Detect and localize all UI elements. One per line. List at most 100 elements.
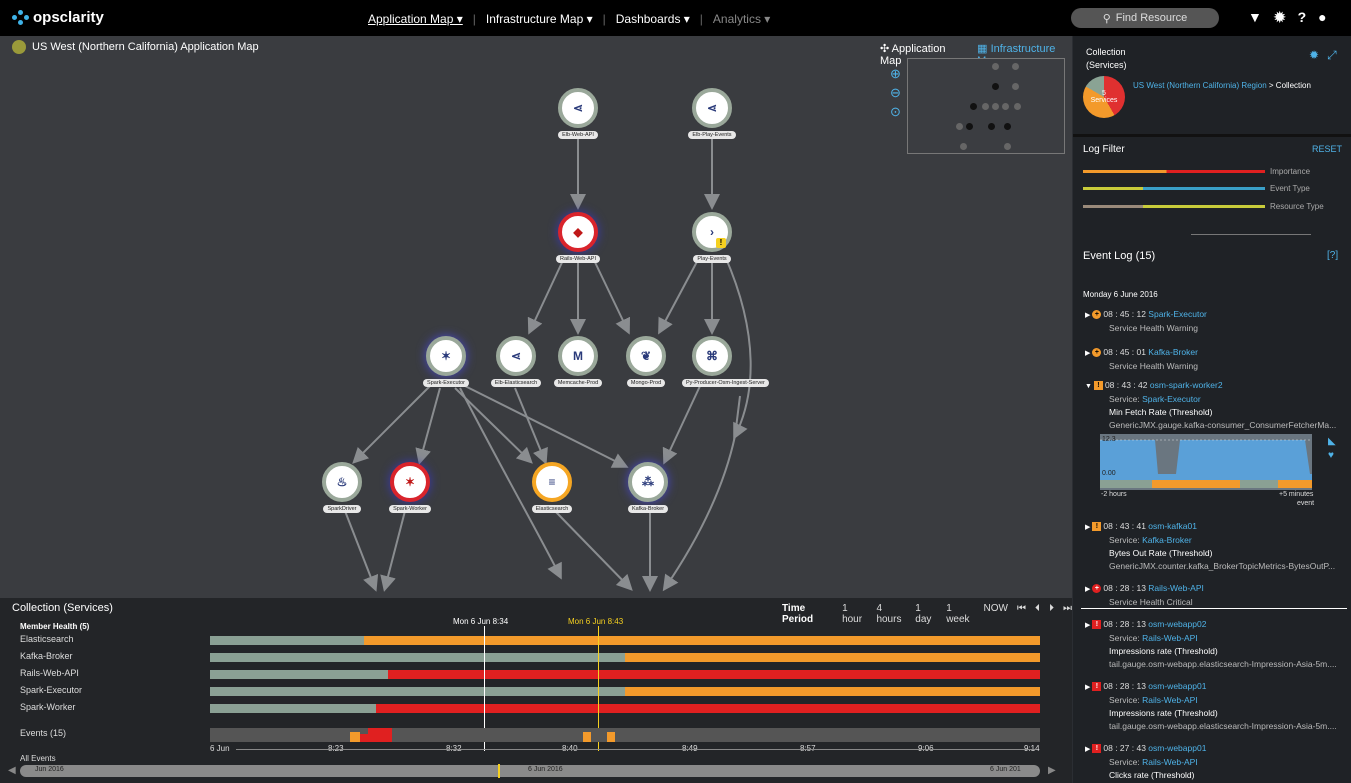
logo[interactable]: opsclarity — [12, 9, 104, 26]
event-item[interactable]: ▶! 08 : 27 : 43 osm-webapp01 Service: Rail… — [1085, 742, 1206, 782]
step-back-icon[interactable]: ⏴ — [1035, 603, 1040, 625]
event-item[interactable]: ▶! 08 : 28 : 13 osm-webapp01 Service: Rail… — [1085, 680, 1337, 733]
zoom-in-icon[interactable]: ⊕ — [890, 66, 901, 82]
scroll-left-icon[interactable]: ◀ — [8, 765, 16, 776]
map-node-spark-driver[interactable]: ♨ SparkDriver — [312, 462, 372, 513]
status-segment — [363, 636, 1040, 645]
time-now[interactable]: NOW — [984, 603, 1008, 625]
help-icon[interactable]: ? — [1298, 9, 1307, 26]
sidebar-title: Collection (Services) — [1086, 47, 1127, 70]
event-source-link[interactable]: osm-webapp02 — [1148, 619, 1206, 629]
service-link[interactable]: Rails-Web-API — [1142, 695, 1198, 705]
timeline-scroller[interactable]: ◀ Jun 2016 6 Jun 2016 6 Jun 201 ▶ — [8, 764, 1058, 778]
scroll-right-icon[interactable]: ▶ — [1048, 765, 1056, 776]
event-source-link[interactable]: Kafka-Broker — [1148, 347, 1198, 357]
step-forward-icon[interactable]: ⏵ — [1049, 603, 1054, 625]
health-row-label: Kafka-Broker — [20, 651, 73, 661]
event-item[interactable]: ▶ +08 : 45 : 12 Spark-Executor Service Hea… — [1085, 308, 1207, 335]
importance-filter[interactable] — [1083, 170, 1265, 173]
health-bar[interactable] — [210, 670, 1040, 679]
filter-icon[interactable]: ▼ — [1248, 9, 1262, 26]
minimap[interactable] — [907, 58, 1065, 154]
nav-analytics[interactable]: Analytics ▾ — [713, 12, 770, 26]
event-item[interactable]: ▶! 08 : 43 : 41 osm-kafka01 Service: Kafka… — [1085, 520, 1335, 573]
skip-end-icon[interactable]: ⏭ — [1063, 603, 1072, 625]
service-link[interactable]: Rails-Web-API — [1142, 633, 1198, 643]
event-source-link[interactable]: osm-webapp01 — [1148, 681, 1206, 691]
alert-icon: ! — [1093, 381, 1103, 391]
marker-label-2: Mon 6 Jun 8:43 — [568, 617, 624, 626]
map-node-mongo-prod[interactable]: ❦ Mongo-Prod — [616, 336, 676, 387]
event-sparkline[interactable] — [1100, 434, 1312, 490]
service-link[interactable]: Spark-Executor — [1142, 394, 1201, 404]
application-map[interactable]: US West (Northern California) Applicatio… — [0, 36, 1072, 598]
map-node-elb-web-api[interactable]: ⋖ Elb-Web-API — [548, 88, 608, 139]
event-log-help[interactable]: [?] — [1327, 250, 1338, 261]
event-item[interactable]: ▼! 08 : 43 : 42 osm-spark-worker2 Service:… — [1085, 379, 1336, 432]
time-4hours[interactable]: 4 hours — [876, 603, 906, 625]
collection-title: Collection (Services) — [12, 602, 113, 614]
gear-icon[interactable]: ✹ — [1274, 9, 1286, 26]
event-source-link[interactable]: Rails-Web-API — [1148, 583, 1204, 593]
event-source-link[interactable]: osm-webapp01 — [1148, 743, 1206, 753]
time-1week[interactable]: 1 week — [946, 603, 974, 625]
expand-icon[interactable]: ▶ — [1085, 746, 1090, 753]
heart-icon[interactable]: ♥ — [1328, 450, 1334, 461]
map-node-memcache-prod[interactable]: M Memcache-Prod — [548, 336, 608, 387]
nav-infrastructure-map[interactable]: Infrastructure Map ▾ — [486, 12, 593, 26]
map-node-play-events[interactable]: ›! Play-Events — [682, 212, 742, 263]
reset-button[interactable]: RESET — [1312, 144, 1342, 154]
expand-icon[interactable]: ▶ — [1085, 586, 1090, 593]
health-bar[interactable] — [210, 636, 1040, 645]
map-node-elasticsearch[interactable]: ≡ Elasticsearch — [522, 462, 582, 513]
map-node-py-producer[interactable]: ⌘ Py-Producer-Osm-Ingest-Server — [682, 336, 769, 387]
area-chart-icon[interactable]: ◣ — [1328, 436, 1336, 447]
nav-application-map[interactable]: Application Map ▾ — [368, 12, 463, 26]
services-pie[interactable]: 5 Services — [1083, 76, 1125, 118]
event-mark[interactable] — [350, 732, 360, 742]
service-link[interactable]: Kafka-Broker — [1142, 535, 1192, 545]
event-item[interactable]: ▶ +08 : 28 : 13 Rails-Web-API Service Heal… — [1085, 582, 1204, 609]
map-node-rails-web-api[interactable]: ◆ Rails-Web-API — [548, 212, 608, 263]
resource-type-filter[interactable] — [1083, 205, 1265, 208]
map-node-spark-executor[interactable]: ✶ Spark-Executor — [416, 336, 476, 387]
map-title: US West (Northern California) Applicatio… — [12, 40, 259, 54]
skip-start-icon[interactable]: ⏮ — [1017, 603, 1026, 625]
event-type-filter[interactable] — [1083, 187, 1265, 190]
health-bar[interactable] — [210, 687, 1040, 696]
events-track[interactable] — [210, 728, 1040, 742]
zoom-fit-icon[interactable]: ⊙ — [890, 104, 901, 120]
event-mark[interactable] — [583, 732, 591, 742]
health-bar[interactable] — [210, 704, 1040, 713]
event-mark[interactable] — [607, 732, 615, 742]
region-link[interactable]: US West (Northern California) Region — [1133, 81, 1267, 90]
map-node-spark-worker[interactable]: ✶ Spark-Worker — [380, 462, 440, 513]
nav-dashboards[interactable]: Dashboards ▾ — [616, 12, 690, 26]
service-link[interactable]: Rails-Web-API — [1142, 757, 1198, 767]
event-source-link[interactable]: Spark-Executor — [1148, 309, 1207, 319]
health-bar[interactable] — [210, 653, 1040, 662]
gear-icon[interactable]: ✹ — [1309, 48, 1319, 63]
event-description: Service Health Warning — [1109, 323, 1198, 333]
event-item[interactable]: ▶! 08 : 28 : 13 osm-webapp02 Service: Rail… — [1085, 618, 1337, 671]
event-source-link[interactable]: osm-kafka01 — [1148, 521, 1197, 531]
collapse-icon[interactable]: ▼ — [1085, 383, 1092, 390]
time-1hour[interactable]: 1 hour — [842, 603, 867, 625]
event-source-link[interactable]: osm-spark-worker2 — [1150, 380, 1223, 390]
event-mark[interactable] — [368, 728, 392, 742]
expand-icon[interactable]: ▶ — [1085, 524, 1090, 531]
expand-icon[interactable]: ▶ — [1085, 684, 1090, 691]
expand-icon[interactable]: ▶ — [1085, 312, 1090, 319]
expand-icon[interactable]: ⤢ — [1327, 48, 1337, 63]
map-node-elb-elasticsearch[interactable]: ⋖ Elb-Elasticsearch — [486, 336, 546, 387]
event-item[interactable]: ▶ +08 : 45 : 01 Kafka-Broker Service Healt… — [1085, 346, 1198, 373]
event-mark[interactable] — [360, 734, 368, 742]
expand-icon[interactable]: ▶ — [1085, 350, 1090, 357]
map-node-kafka-broker[interactable]: ⁂ Kafka-Broker — [618, 462, 678, 513]
user-icon[interactable]: ● — [1318, 9, 1326, 26]
search-input[interactable]: ⚲ Find Resource — [1071, 8, 1219, 28]
map-node-elb-play-events[interactable]: ⋖ Elb-Play-Events — [682, 88, 742, 139]
expand-icon[interactable]: ▶ — [1085, 622, 1090, 629]
zoom-out-icon[interactable]: ⊖ — [890, 85, 901, 101]
time-1day[interactable]: 1 day — [915, 603, 937, 625]
